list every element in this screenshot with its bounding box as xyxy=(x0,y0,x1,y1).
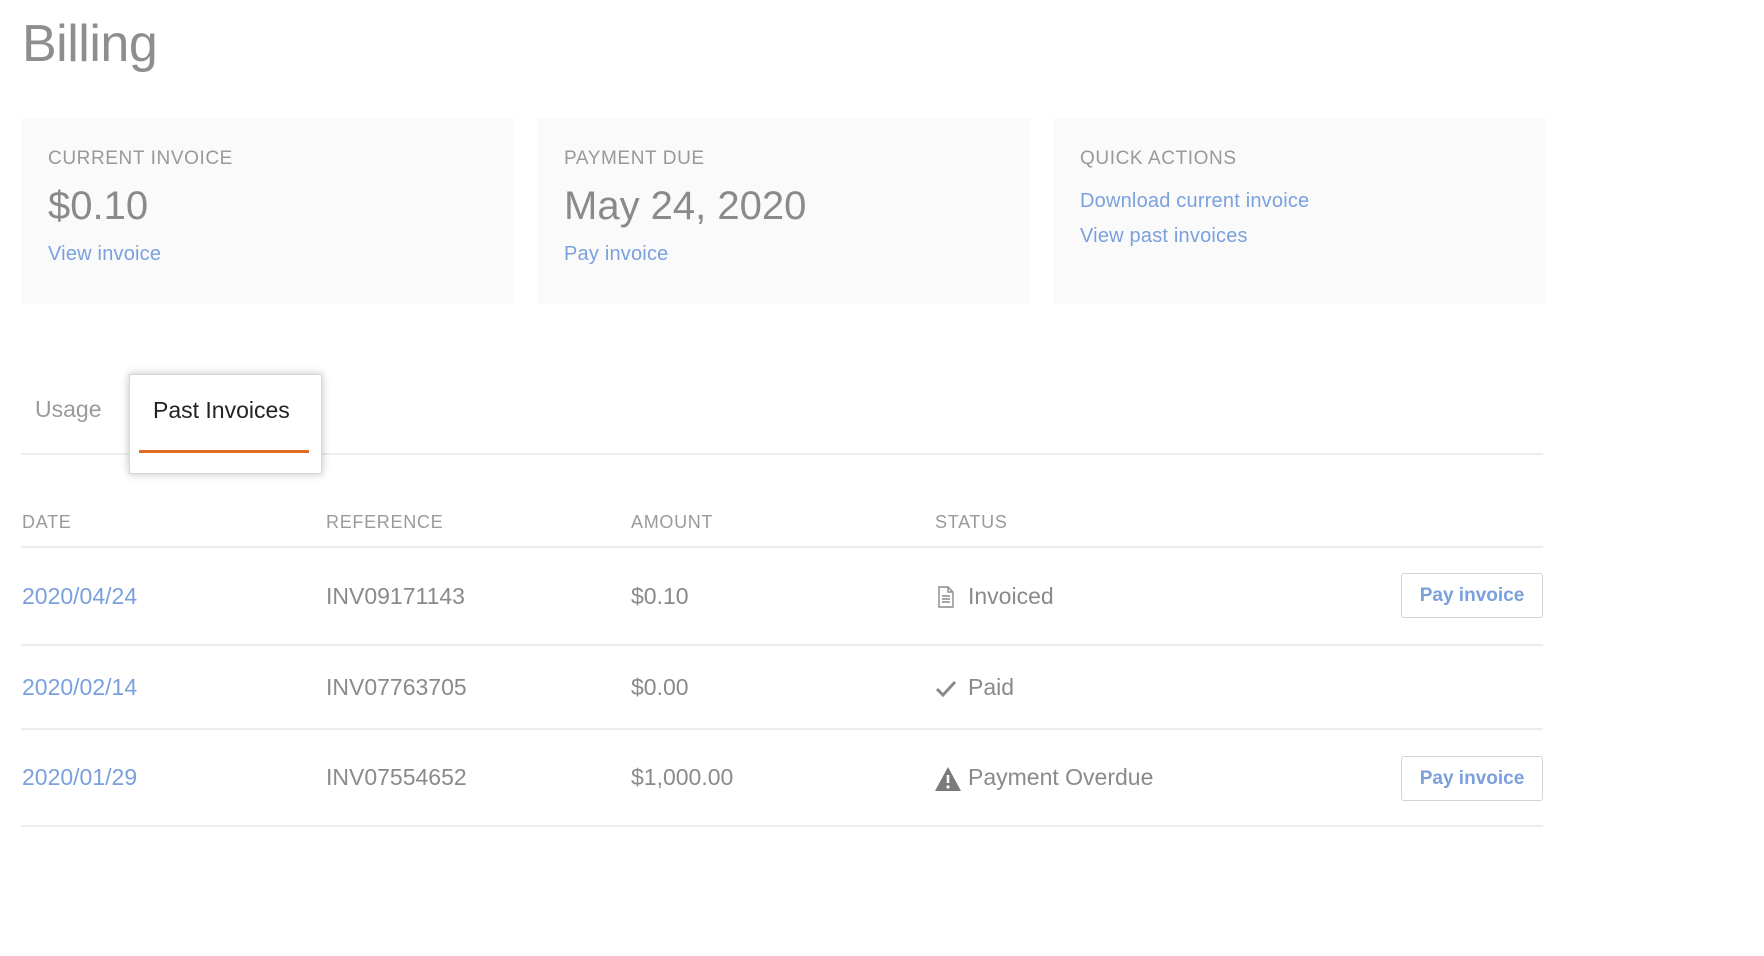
invoices-table: DATE REFERENCE AMOUNT STATUS 2020/04/24 … xyxy=(21,500,1543,827)
status-label: Paid xyxy=(968,674,1015,700)
page-title: Billing xyxy=(22,15,158,73)
current-invoice-amount: $0.10 xyxy=(48,184,149,228)
pay-invoice-button[interactable]: Pay invoice xyxy=(1401,756,1543,801)
invoice-date-link[interactable]: 2020/02/14 xyxy=(22,674,137,701)
pay-invoice-link[interactable]: Pay invoice xyxy=(564,243,1003,266)
invoice-status: Payment Overdue xyxy=(934,764,1153,791)
document-icon xyxy=(934,585,958,609)
table-row: 2020/04/24 INV09171143 $0.10 Invoiced Pa… xyxy=(21,548,1543,646)
quick-actions-card: QUICK ACTIONS Download current invoice V… xyxy=(1053,118,1546,304)
quick-actions-label: QUICK ACTIONS xyxy=(1080,148,1237,169)
pay-invoice-button[interactable]: Pay invoice xyxy=(1401,573,1543,618)
invoice-amount: $0.10 xyxy=(631,583,689,609)
warning-icon xyxy=(934,766,961,791)
current-invoice-card: CURRENT INVOICE $0.10 View invoice xyxy=(21,118,514,304)
payment-due-card: PAYMENT DUE May 24, 2020 Pay invoice xyxy=(537,118,1030,304)
download-current-invoice-link[interactable]: Download current invoice xyxy=(1080,190,1519,213)
table-row: 2020/02/14 INV07763705 $0.00 Paid xyxy=(21,646,1543,730)
invoice-reference: INV07554652 xyxy=(326,764,467,790)
invoice-reference: INV07763705 xyxy=(326,674,467,700)
column-header-date: DATE xyxy=(22,512,72,532)
invoice-date-link[interactable]: 2020/04/24 xyxy=(22,583,137,610)
column-header-reference: REFERENCE xyxy=(326,512,444,532)
invoice-amount: $1,000.00 xyxy=(631,764,734,790)
tab-usage[interactable]: Usage xyxy=(35,396,101,496)
invoice-date-link[interactable]: 2020/01/29 xyxy=(22,764,137,791)
column-header-status: STATUS xyxy=(935,512,1008,532)
view-invoice-link[interactable]: View invoice xyxy=(48,243,487,266)
current-invoice-label: CURRENT INVOICE xyxy=(48,148,233,169)
status-label: Payment Overdue xyxy=(968,764,1154,790)
column-header-amount: AMOUNT xyxy=(631,512,714,532)
tab-past-invoices-label: Past Invoices xyxy=(153,397,290,423)
table-header: DATE REFERENCE AMOUNT STATUS xyxy=(21,500,1543,548)
tab-past-invoices[interactable]: Past Invoices xyxy=(129,374,322,474)
active-tab-indicator xyxy=(139,450,309,453)
invoice-reference: INV09171143 xyxy=(326,583,465,609)
table-row: 2020/01/29 INV07554652 $1,000.00 Payment… xyxy=(21,730,1543,827)
status-label: Invoiced xyxy=(968,583,1054,609)
payment-due-label: PAYMENT DUE xyxy=(564,148,705,169)
invoice-status: Invoiced xyxy=(934,583,1054,610)
view-past-invoices-link[interactable]: View past invoices xyxy=(1080,225,1519,248)
payment-due-date: May 24, 2020 xyxy=(564,184,807,228)
billing-tabs: Usage Past Invoices xyxy=(21,374,1543,474)
invoice-amount: $0.00 xyxy=(631,674,689,700)
checkmark-icon xyxy=(934,676,958,700)
invoice-status: Paid xyxy=(934,674,1014,701)
